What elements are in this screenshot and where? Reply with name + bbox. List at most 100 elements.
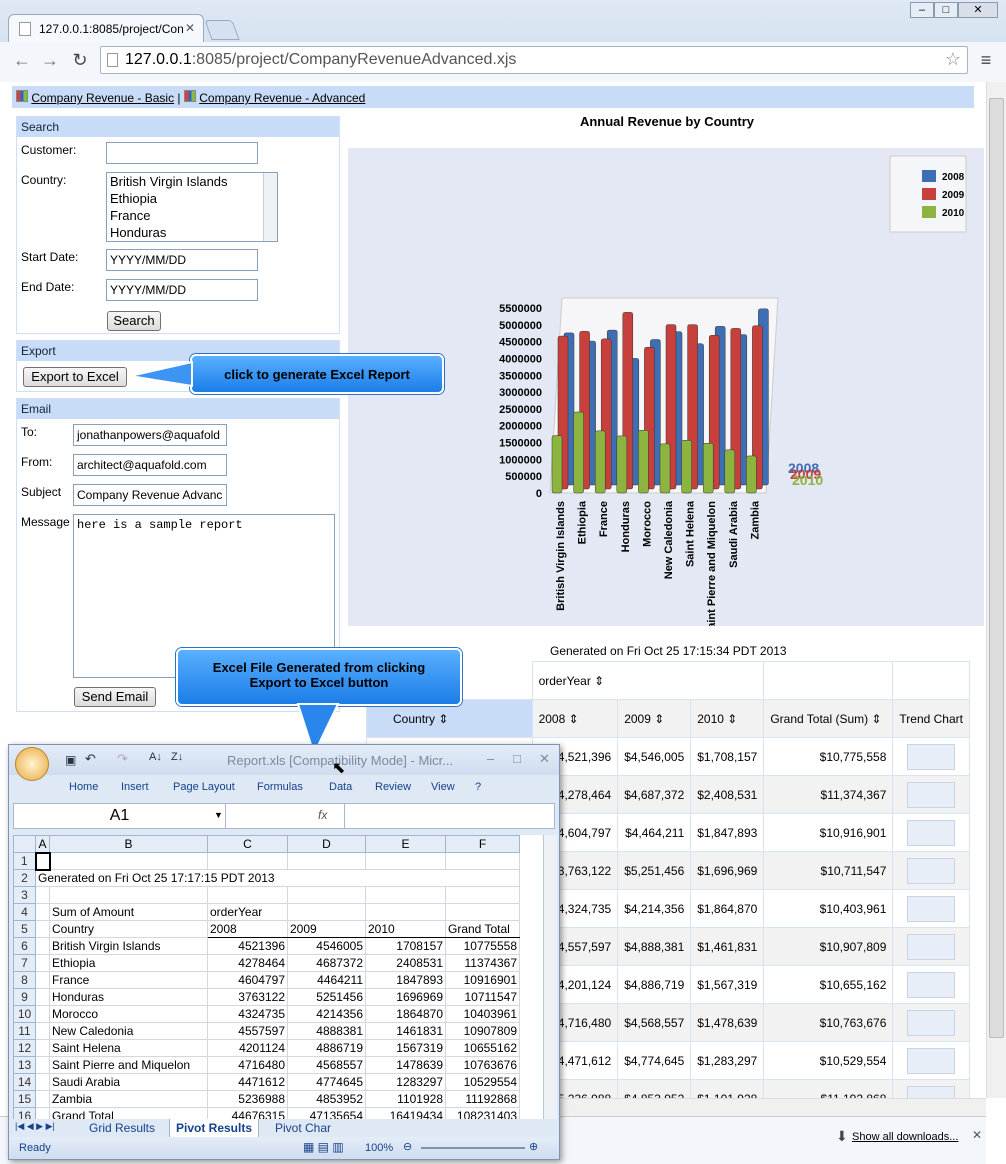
country-option[interactable]: British Virgin Islands (107, 173, 277, 190)
row-header[interactable]: 7 (13, 954, 36, 972)
cell[interactable]: Saint Pierre and Miquelon (49, 1056, 208, 1074)
zoom-out-icon[interactable]: ⊖ (403, 1140, 412, 1153)
cell[interactable]: 4201124 (207, 1039, 288, 1057)
row-header[interactable]: 15 (13, 1090, 36, 1108)
zoom-slider[interactable] (421, 1147, 525, 1149)
cell[interactable]: 10711547 (445, 988, 520, 1006)
reload-icon[interactable]: ↻ (68, 48, 92, 72)
col-field-header[interactable]: orderYear ⇕ (531, 661, 765, 700)
cell[interactable]: 4888381 (287, 1022, 366, 1040)
cell[interactable]: 1567319 (365, 1039, 446, 1057)
country-option[interactable]: Ethiopia (107, 190, 277, 207)
cell[interactable]: Generated on Fri Oct 25 17:17:15 PDT 201… (35, 869, 520, 887)
cell[interactable]: 4278464 (207, 954, 288, 972)
cell[interactable] (35, 937, 50, 955)
cell[interactable] (35, 903, 50, 921)
ribbon-tab-formulas[interactable]: Formulas (257, 781, 303, 793)
cell[interactable]: 2408531 (365, 954, 446, 972)
cell[interactable]: 4886719 (287, 1039, 366, 1057)
cell[interactable]: Honduras (49, 988, 208, 1006)
cell[interactable]: 4324735 (207, 1005, 288, 1023)
row-header[interactable]: 9 (13, 988, 36, 1006)
col-header-2009[interactable]: 2009 ⇕ (617, 699, 692, 738)
cell[interactable]: 1708157 (365, 937, 446, 955)
cell[interactable] (35, 1022, 50, 1040)
cell[interactable]: 10916901 (445, 971, 520, 989)
cell[interactable] (49, 886, 208, 904)
cell[interactable]: 10763676 (445, 1056, 520, 1074)
help-icon[interactable]: ? (475, 781, 481, 793)
cell-a1[interactable] (34, 851, 51, 871)
cell[interactable]: 10655162 (445, 1039, 520, 1057)
cell[interactable]: 4853952 (287, 1090, 366, 1108)
cell[interactable]: 4471612 (207, 1073, 288, 1091)
restore-icon[interactable]: □ (513, 751, 521, 766)
column-header[interactable]: E (365, 835, 446, 853)
cell[interactable] (35, 1005, 50, 1023)
cell[interactable] (35, 988, 50, 1006)
cell[interactable] (35, 1039, 50, 1057)
fx-icon[interactable]: fx (318, 808, 327, 822)
name-box-dropdown-icon[interactable]: ▼ (214, 810, 223, 820)
send-email-button[interactable]: Send Email (74, 687, 156, 707)
browser-tab[interactable]: 127.0.0.1:8085/project/Con ✕ (8, 14, 204, 42)
cell[interactable]: Saudi Arabia (49, 1073, 208, 1091)
address-bar[interactable]: 127.0.0.1:8085/project/CompanyRevenueAdv… (100, 46, 968, 74)
subject-input[interactable]: Company Revenue Advanc (73, 484, 227, 506)
spreadsheet-vscroll[interactable] (543, 835, 557, 1119)
ribbon-tab-insert[interactable]: Insert (121, 781, 149, 793)
row-header[interactable]: 5 (13, 920, 36, 938)
cell[interactable] (365, 852, 446, 870)
country-option[interactable]: France (107, 207, 277, 224)
cell[interactable] (35, 886, 50, 904)
cell[interactable] (445, 903, 520, 921)
cell[interactable] (35, 971, 50, 989)
customer-input[interactable] (106, 142, 258, 164)
row-header[interactable]: 10 (13, 1005, 36, 1023)
save-icon[interactable]: ▣ (65, 753, 76, 767)
row-header[interactable]: 4 (13, 903, 36, 921)
back-icon[interactable]: ← (10, 48, 34, 72)
zoom-in-icon[interactable]: ⊕ (529, 1140, 538, 1153)
cell[interactable]: 5251456 (287, 988, 366, 1006)
ribbon-tab-view[interactable]: View (431, 781, 455, 793)
row-header[interactable]: 11 (13, 1022, 36, 1040)
cell[interactable]: 11374367 (445, 954, 520, 972)
cell[interactable]: 4521396 (207, 937, 288, 955)
cell[interactable] (287, 903, 366, 921)
cell[interactable]: 4464211 (287, 971, 366, 989)
row-header[interactable]: 1 (13, 852, 36, 870)
cell[interactable]: 1101928 (365, 1090, 446, 1108)
column-header[interactable]: C (207, 835, 288, 853)
cell[interactable]: 10907809 (445, 1022, 520, 1040)
cell[interactable]: British Virgin Islands (49, 937, 208, 955)
col-header-2008[interactable]: 2008 ⇕ (531, 699, 619, 738)
cell[interactable]: 2010 (365, 920, 446, 938)
cell[interactable] (49, 852, 208, 870)
sheet-tab-pivot-chart[interactable]: Pivot Char (275, 1121, 331, 1135)
cell[interactable]: 2008 (207, 920, 288, 938)
new-tab-button[interactable] (204, 20, 240, 40)
cell[interactable]: 11192868 (445, 1090, 520, 1108)
cell[interactable] (35, 954, 50, 972)
forward-icon[interactable]: → (38, 48, 62, 72)
cell[interactable]: 1478639 (365, 1056, 446, 1074)
bookmark-star-icon[interactable]: ☆ (945, 49, 961, 70)
name-box[interactable]: A1 (14, 804, 226, 828)
cell[interactable]: 1283297 (365, 1073, 446, 1091)
cell[interactable]: Sum of Amount (49, 903, 208, 921)
cell[interactable]: 4774645 (287, 1073, 366, 1091)
cell[interactable]: orderYear (207, 903, 288, 921)
column-header[interactable]: A (35, 835, 50, 853)
link-company-revenue-advanced[interactable]: Company Revenue - Advanced (199, 91, 365, 105)
cell[interactable]: 3763122 (207, 988, 288, 1006)
page-horizontal-scrollbar[interactable] (560, 1098, 986, 1116)
cell[interactable]: France (49, 971, 208, 989)
end-date-input[interactable]: YYYY/MM/DD (106, 279, 258, 301)
cell[interactable]: 10529554 (445, 1073, 520, 1091)
close-tab-icon[interactable]: ✕ (185, 21, 195, 35)
close-window-button[interactable]: ✕ (958, 2, 998, 18)
sort-icon[interactable]: ⇕ (438, 712, 448, 726)
cell[interactable]: 5236988 (207, 1090, 288, 1108)
cell[interactable]: 4716480 (207, 1056, 288, 1074)
